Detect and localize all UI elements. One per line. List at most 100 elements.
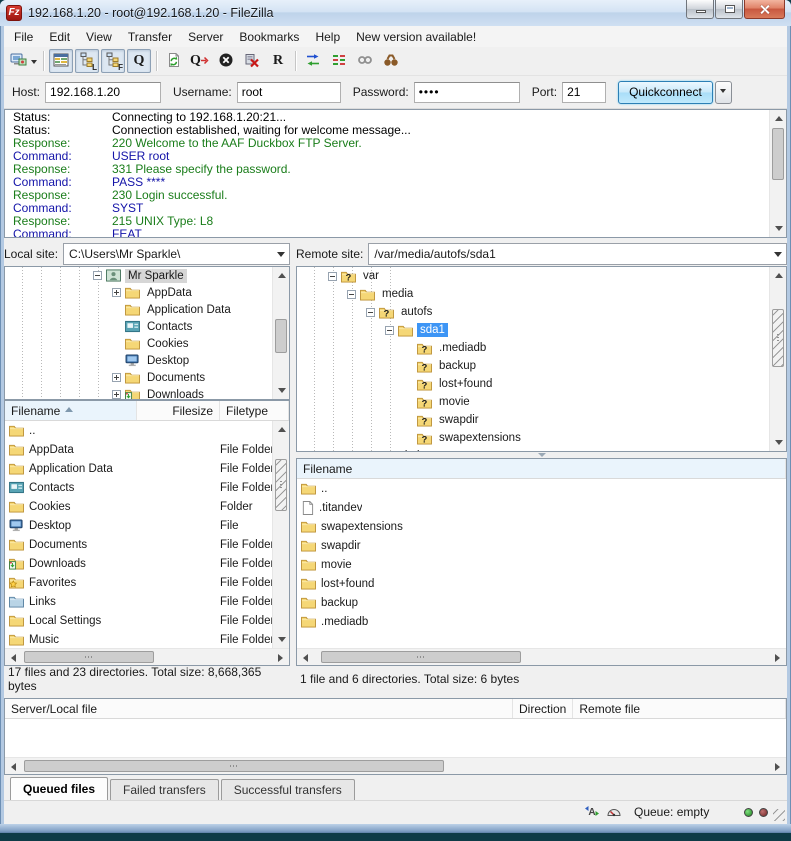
file-row-Contacts[interactable]: ContactsFile Folder	[5, 478, 289, 497]
local-tree-scrollbar[interactable]	[272, 267, 289, 399]
scroll-up-icon[interactable]	[770, 110, 787, 127]
tree-item-backup[interactable]: ?backup	[297, 357, 786, 375]
collapse-icon[interactable]	[328, 272, 337, 281]
port-input[interactable]	[562, 82, 606, 103]
file-row-Desktop[interactable]: DesktopFile	[5, 516, 289, 535]
tree-item-autofs[interactable]: ?autofs	[297, 303, 786, 321]
speed-limit-icon[interactable]	[606, 804, 622, 821]
close-button[interactable]	[744, 0, 785, 19]
file-row-Music[interactable]: MusicFile Folder	[5, 630, 289, 648]
collapse-icon[interactable]	[385, 326, 394, 335]
menu-item-bookmarks[interactable]: Bookmarks	[231, 28, 307, 46]
menu-item-transfer[interactable]: Transfer	[120, 28, 180, 46]
scroll-down-icon[interactable]	[770, 220, 787, 237]
file-row-Application-Data[interactable]: Application DataFile Folder	[5, 459, 289, 478]
tree-item-lost-found[interactable]: ?lost+found	[297, 375, 786, 393]
menu-item-new-version-available-[interactable]: New version available!	[348, 28, 484, 46]
chevron-down-icon[interactable]	[774, 252, 782, 261]
file-row-Downloads[interactable]: DownloadsFile Folder	[5, 554, 289, 573]
tree-item-contacts[interactable]: Contacts	[5, 318, 289, 335]
collapse-icon[interactable]	[347, 290, 356, 299]
local-site-combobox[interactable]: C:\Users\Mr Sparkle\	[63, 243, 290, 265]
log-scrollbar-thumb[interactable]	[772, 128, 784, 180]
file-row-AppData[interactable]: AppDataFile Folder	[5, 440, 289, 459]
maximize-button[interactable]	[715, 0, 743, 19]
column-header-filetype[interactable]: Filetype	[220, 401, 289, 420]
titlebar[interactable]: Fz 192.168.1.20 - root@192.168.1.20 - Fi…	[0, 0, 791, 26]
menu-item-edit[interactable]: Edit	[41, 28, 78, 46]
reconnect-button[interactable]: R	[266, 49, 290, 73]
username-input[interactable]	[237, 82, 341, 103]
tree-item-var[interactable]: ?var	[297, 267, 786, 285]
tree-item-mr-sparkle[interactable]: Mr Sparkle	[5, 267, 289, 284]
expand-icon[interactable]	[112, 390, 121, 399]
log-scrollbar[interactable]	[769, 110, 786, 237]
file-row-swapdir[interactable]: swapdir	[297, 536, 786, 555]
column-header-filesize[interactable]: Filesize	[137, 401, 220, 420]
file-row-backup[interactable]: backup	[297, 593, 786, 612]
process-queue-button[interactable]: Q	[188, 49, 212, 73]
host-input[interactable]	[45, 82, 161, 103]
resize-grip[interactable]	[773, 809, 785, 821]
filter-button[interactable]	[327, 49, 351, 73]
tree-item-movie[interactable]: ?movie	[297, 393, 786, 411]
tree-item-swapextensions[interactable]: ?swapextensions	[297, 429, 786, 447]
column-header-server-local-file[interactable]: Server/Local file	[5, 699, 513, 718]
tree-item-media[interactable]: media	[297, 285, 786, 303]
search-button[interactable]	[379, 49, 403, 73]
local-list-hscrollbar[interactable]	[5, 648, 289, 665]
collapse-icon[interactable]	[93, 271, 102, 280]
directory-comparison-button[interactable]	[301, 49, 325, 73]
remote-site-combobox[interactable]: /var/media/autofs/sda1	[368, 243, 787, 265]
file-row--titandev[interactable]: .titandev	[297, 498, 786, 517]
tab-failed-transfers[interactable]: Failed transfers	[110, 779, 219, 800]
toggle-queue-button[interactable]: Q	[127, 49, 151, 73]
column-header-filename[interactable]: Filename	[297, 459, 786, 478]
quickconnect-dropdown-button[interactable]	[715, 81, 732, 104]
expand-icon[interactable]	[112, 288, 121, 297]
menu-item-view[interactable]: View	[78, 28, 120, 46]
collapse-icon[interactable]	[366, 308, 375, 317]
site-manager-button[interactable]	[9, 49, 38, 73]
menu-item-server[interactable]: Server	[180, 28, 231, 46]
toggle-local-tree-button[interactable]: L	[75, 49, 99, 73]
file-row-Local-Settings[interactable]: Local SettingsFile Folder	[5, 611, 289, 630]
file-row-Cookies[interactable]: CookiesFolder	[5, 497, 289, 516]
file-row-movie[interactable]: movie	[297, 555, 786, 574]
file-row--[interactable]: ..	[297, 479, 786, 498]
expand-icon[interactable]	[112, 373, 121, 382]
file-row-lost-found[interactable]: lost+found	[297, 574, 786, 593]
disconnect-button[interactable]	[240, 49, 264, 73]
transfer-type-icon[interactable]: A	[584, 804, 600, 821]
synchronized-browsing-button[interactable]	[353, 49, 377, 73]
tree-item-desktop[interactable]: Desktop	[5, 352, 289, 369]
password-input[interactable]	[414, 82, 520, 103]
column-header-filename[interactable]: Filename	[5, 401, 137, 420]
tab-queued-files[interactable]: Queued files	[10, 777, 108, 800]
tree-item--mediadb[interactable]: ?.mediadb	[297, 339, 786, 357]
tree-item-documents[interactable]: Documents	[5, 369, 289, 386]
file-row--[interactable]: ..	[5, 421, 289, 440]
chevron-down-icon[interactable]	[277, 252, 285, 261]
local-list-scrollbar[interactable]	[272, 421, 289, 648]
toggle-message-log-button[interactable]	[49, 49, 73, 73]
file-row-swapextensions[interactable]: swapextensions	[297, 517, 786, 536]
tree-item-downloads[interactable]: Downloads	[5, 386, 289, 400]
tab-successful-transfers[interactable]: Successful transfers	[221, 779, 355, 800]
file-row-Links[interactable]: LinksFile Folder	[5, 592, 289, 611]
minimize-button[interactable]	[686, 0, 714, 19]
remote-list-hscrollbar[interactable]	[297, 648, 786, 665]
tree-item-cookies[interactable]: Cookies	[5, 335, 289, 352]
queue-hscrollbar[interactable]	[5, 757, 786, 774]
quickconnect-button[interactable]: Quickconnect	[618, 81, 713, 104]
menu-item-file[interactable]: File	[6, 28, 41, 46]
file-row--mediadb[interactable]: .mediadb	[297, 612, 786, 631]
tree-item-sda1[interactable]: sda1	[297, 321, 786, 339]
tree-item-application-data[interactable]: Application Data	[5, 301, 289, 318]
file-row-Documents[interactable]: DocumentsFile Folder	[5, 535, 289, 554]
cancel-button[interactable]	[214, 49, 238, 73]
tree-item-appdata[interactable]: AppData	[5, 284, 289, 301]
remote-tree-scrollbar[interactable]	[769, 267, 786, 451]
file-row-Favorites[interactable]: FavoritesFile Folder	[5, 573, 289, 592]
toggle-remote-tree-button[interactable]: F	[101, 49, 125, 73]
